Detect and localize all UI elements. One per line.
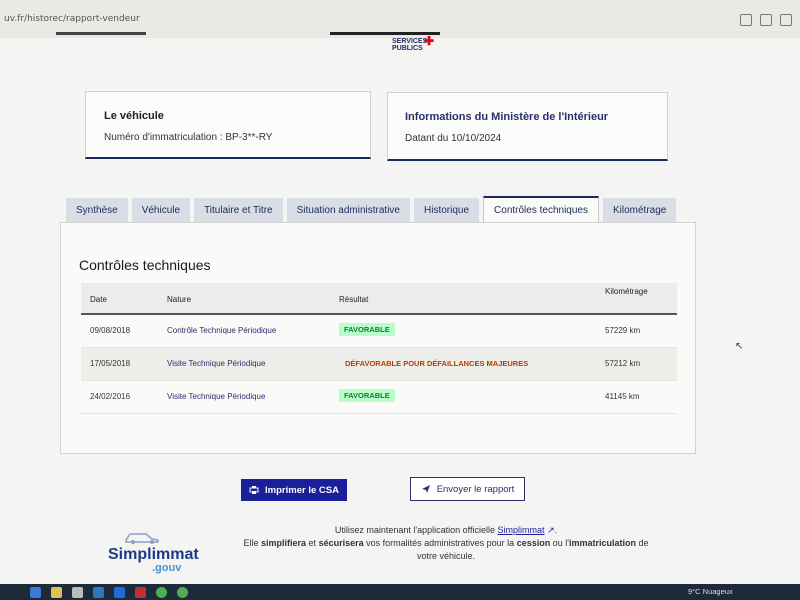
inspections-table: Date Nature Résultat Kilométrage 09/08/2… [81,283,677,414]
app-red-icon[interactable] [135,587,146,598]
plus-icon: ✚ [424,34,435,48]
copy-icon[interactable] [780,14,792,26]
technical-inspections-panel: Contrôles techniques Date Nature Résulta… [60,222,696,454]
row-km: 57229 km [605,326,641,335]
print-csa-button[interactable]: Imprimer le CSA [241,479,347,501]
logo-line-1: SERVICES [392,38,428,45]
vehicle-card-title: Le véhicule [104,110,164,122]
logo-gouv: .gouv [152,562,182,574]
col-nature: Nature [167,295,192,304]
tab-vehicule[interactable]: Véhicule [131,198,191,222]
row-nature: Visite Technique Périodique [167,392,266,401]
print-label: Imprimer le CSA [265,484,339,496]
row-km: 41145 km [605,392,640,401]
promo-text: votre véhicule. [416,551,476,561]
row-date: 09/08/2018 [90,326,131,335]
table-row: 09/08/2018 Contrôle Technique Périodique… [81,315,677,348]
logo-line-2: PUBLICS [392,45,423,52]
send-icon [421,485,430,493]
weather-widget[interactable]: 9°C Nuageux [688,587,733,596]
promo-text: Utilisez maintenant l'application offici… [334,525,496,535]
promo-emphasis: sécurisera [318,538,364,548]
data-date: Datant du 10/10/2024 [405,133,502,144]
report-tabs: Synthèse Véhicule Titulaire et Titre Sit… [66,196,677,222]
col-result: Résultat [339,295,369,304]
chrome-icon[interactable] [177,587,188,598]
url-text[interactable]: uv.fr/historec/rapport-vendeur [4,14,140,24]
row-nature: Contrôle Technique Périodique [167,326,277,335]
app-l-icon[interactable] [114,587,125,598]
promo-text: Elle [243,538,259,548]
promo-emphasis: cession [516,538,551,548]
promo-emphasis: simplifiera [260,538,307,548]
tab-controles-techniques[interactable]: Contrôles techniques [483,196,599,222]
send-label: Envoyer le rapport [436,483,515,495]
table-header: Date Nature Résultat Kilométrage [81,283,677,315]
simplimmat-link[interactable]: Simplimmat [498,525,545,535]
col-km: Kilométrage [605,287,648,296]
status-badge: DÉFAVORABLE POUR DÉFAILLANCES MAJEURES [345,359,529,368]
camera-icon[interactable] [760,14,772,26]
promo-text: et [308,538,317,548]
panel-title: Contrôles techniques [79,257,211,273]
tab-synthese[interactable]: Synthèse [66,198,128,222]
mouse-cursor-icon: ↖ [735,341,744,352]
taskbar: 9°C Nuageux [0,584,800,600]
ministry-info-card: Informations du Ministère de l'Intérieur… [387,92,668,161]
row-km: 57212 km [605,359,641,368]
registration-number: Numéro d'immatriculation : BP-3**-RY [104,132,273,143]
edit-icon[interactable] [740,14,752,26]
status-badge: FAVORABLE [339,389,395,402]
chrome-icon[interactable] [156,587,167,598]
vehicle-card: Le véhicule Numéro d'immatriculation : B… [85,91,371,159]
simplimmat-promo: Utilisez maintenant l'application offici… [226,524,666,563]
car-icon [125,533,159,544]
row-date: 17/05/2018 [90,359,131,368]
external-link-icon: ↗ [547,525,555,535]
table-row: 24/02/2016 Visite Technique Périodique F… [81,381,677,414]
promo-text: vos formalités administratives pour la [366,538,515,548]
tab-titulaire[interactable]: Titulaire et Titre [194,198,283,222]
tab-situation-administrative[interactable]: Situation administrative [286,198,410,222]
simplimmat-logo[interactable]: Simplimmat .gouv [108,530,200,576]
tab-historique[interactable]: Historique [414,198,480,222]
edge-icon[interactable] [30,587,41,598]
mail-icon[interactable] [93,587,104,598]
ministry-info-title: Informations du Ministère de l'Intérieur [405,111,609,123]
promo-text: ou l' [552,538,569,548]
row-nature: Visite Technique Périodique [167,359,266,368]
app-icon[interactable] [72,587,83,598]
row-date: 24/02/2016 [90,392,131,401]
status-badge: FAVORABLE [339,323,395,336]
folder-icon[interactable] [51,587,62,598]
services-publics-logo[interactable]: SERVICES PUBLICS ✚ [392,35,434,52]
send-report-button[interactable]: Envoyer le rapport [410,477,525,501]
promo-text: de [638,538,649,548]
printer-icon [249,486,259,494]
tab-kilometrage[interactable]: Kilométrage [602,198,677,222]
table-row: 17/05/2018 Visite Technique Périodique D… [81,348,677,381]
header-stripe [56,32,146,35]
promo-emphasis: immatriculation [568,538,636,548]
col-date: Date [90,295,107,304]
